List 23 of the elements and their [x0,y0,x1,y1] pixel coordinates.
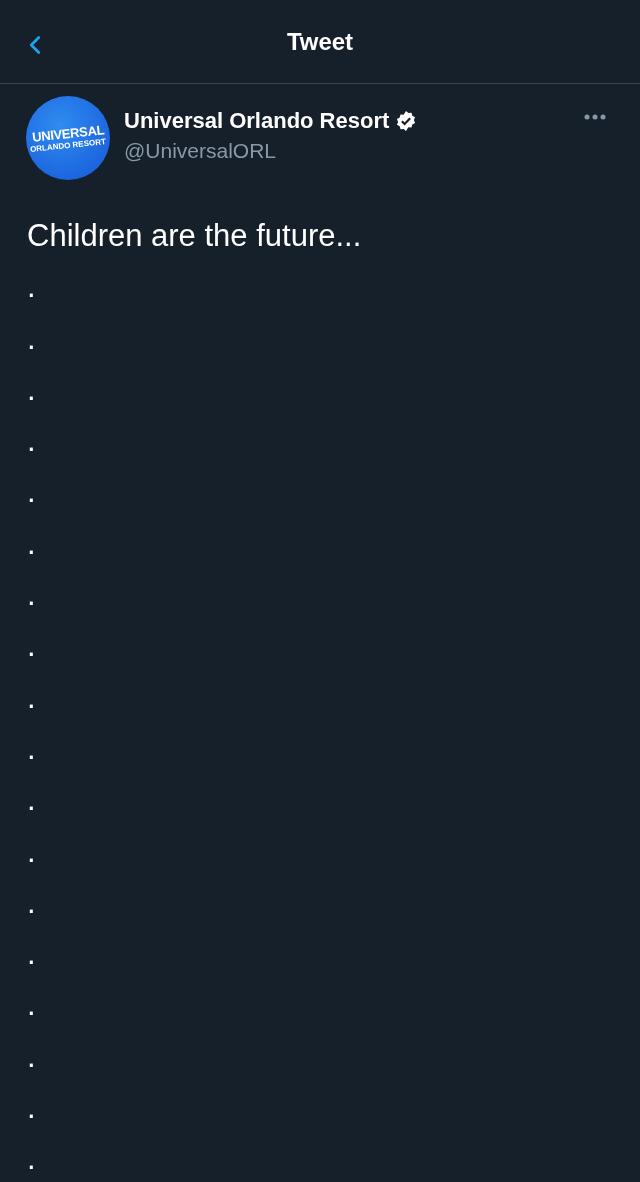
tweet-text-line: . [27,627,36,666]
tweet-text-line: . [27,935,36,974]
tweet-text-line: . [27,832,36,871]
tweet-text-line: . [27,1140,36,1179]
author-name[interactable]: Universal Orlando Resort [124,108,390,134]
tweet-text-line: . [27,576,36,615]
tweet-text-line: . [27,473,36,512]
tweet-text-line: . [27,1089,36,1128]
tweet-text-line: . [27,370,36,409]
tweet-text-line: . [27,781,36,820]
tweet-text-line: . [27,1037,36,1076]
author-handle[interactable]: @UniversalORL [124,138,576,164]
tweet-text-line: . [27,422,36,461]
tweet-text-line: . [27,729,36,768]
tweet-text-line: . [27,524,36,563]
tweet-text-line: . [27,319,36,358]
tweet-text-line: . [27,268,36,307]
page-title: Tweet [286,26,354,57]
tweet-text-line: . [27,678,36,717]
tweet-text-line: . [27,986,36,1025]
more-icon [584,114,606,120]
tweet-text-line: Children are the future... [27,217,362,255]
tweet-text-line: . [27,883,36,922]
